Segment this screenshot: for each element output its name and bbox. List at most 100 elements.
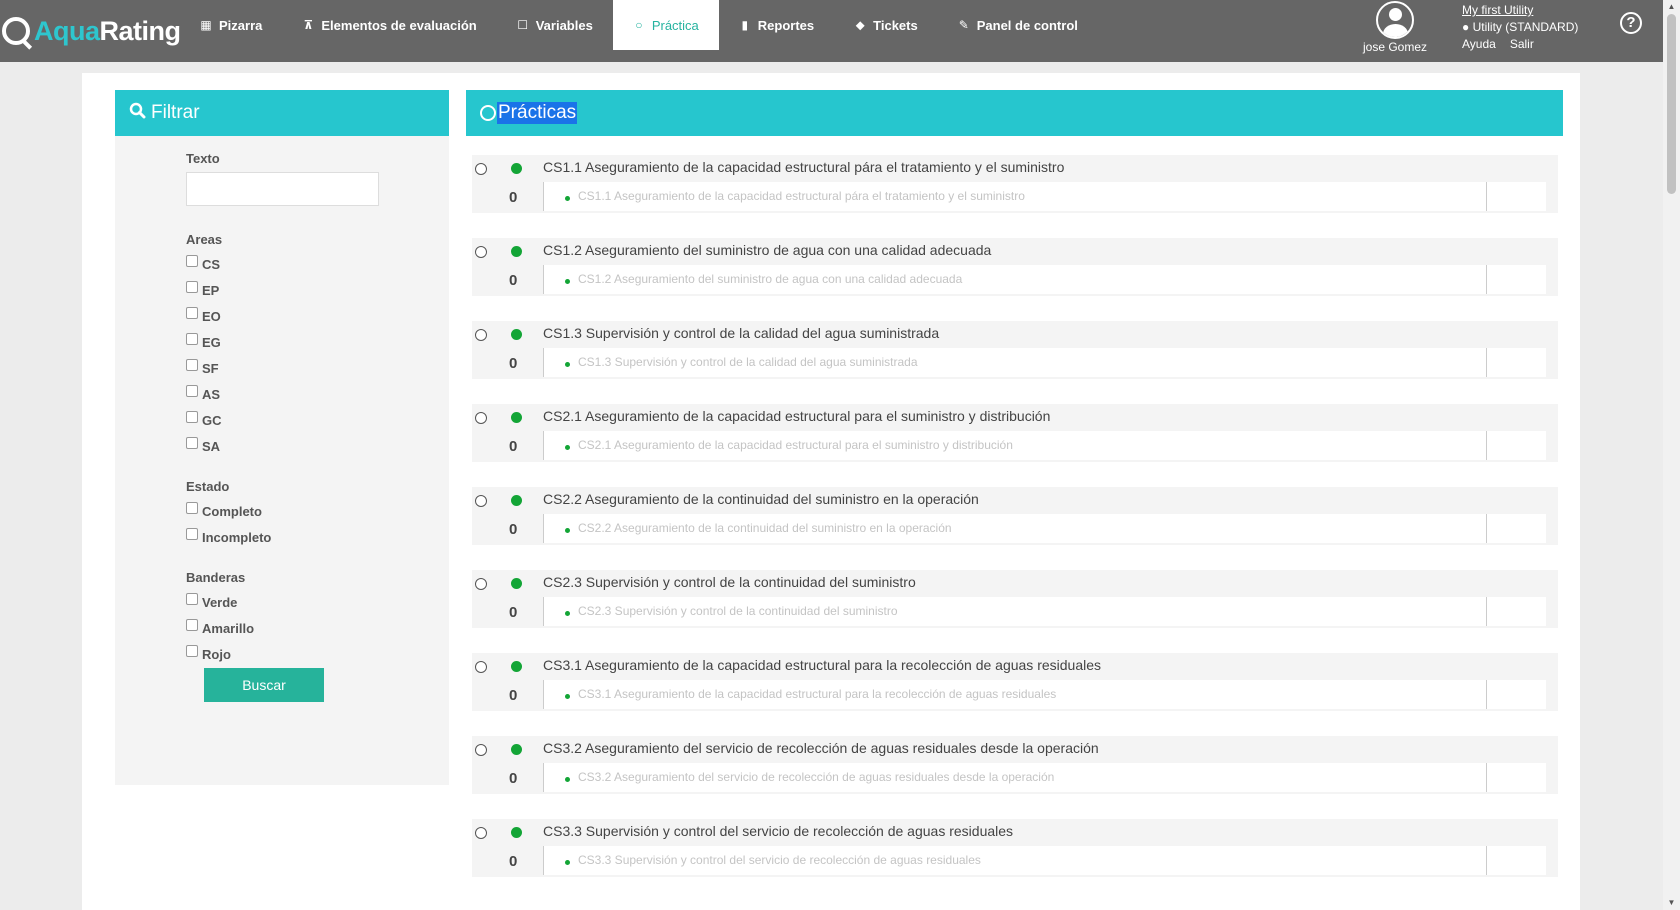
checkbox[interactable] <box>186 333 198 345</box>
estado-group: Estado Completo Incompleto <box>186 479 406 550</box>
search-button[interactable]: Buscar <box>204 668 324 702</box>
page-scrollbar[interactable]: ▲ ▼ <box>1663 0 1680 910</box>
estado-option[interactable]: Incompleto <box>186 524 406 550</box>
area-option[interactable]: EO <box>186 303 406 329</box>
estado-option[interactable]: Completo <box>186 498 406 524</box>
logout-link[interactable]: Salir <box>1510 37 1534 51</box>
checkbox[interactable] <box>186 528 198 540</box>
radio-circle-icon[interactable] <box>475 163 487 175</box>
nav-variables[interactable]: ☐ Variables <box>497 0 613 50</box>
practice-title[interactable]: CS1.2 Aseguramiento del suministro de ag… <box>543 242 991 258</box>
nav-pizarra[interactable]: ▦ Pizarra <box>180 0 282 50</box>
practice-subitem[interactable]: CS3.1 Aseguramiento de la capacidad estr… <box>543 680 1546 709</box>
radio-circle-icon[interactable] <box>475 329 487 341</box>
bandera-option[interactable]: Rojo <box>186 641 406 667</box>
radio-circle-icon[interactable] <box>475 578 487 590</box>
scroll-up-icon[interactable]: ▲ <box>1667 2 1676 11</box>
green-dot-icon <box>565 777 570 782</box>
area-option[interactable]: EG <box>186 329 406 355</box>
radio-circle-icon[interactable] <box>475 827 487 839</box>
checkbox[interactable] <box>186 411 198 423</box>
checkbox[interactable] <box>186 359 198 371</box>
radio-circle-icon[interactable] <box>475 246 487 258</box>
scroll-down-icon[interactable]: ▼ <box>1667 898 1676 907</box>
radio-circle-icon[interactable] <box>475 495 487 507</box>
practice-title[interactable]: CS1.3 Supervisión y control de la calida… <box>543 325 939 341</box>
practice-count: 0 <box>509 189 518 206</box>
bandera-option[interactable]: Amarillo <box>186 615 406 641</box>
area-option[interactable]: CS <box>186 251 406 277</box>
subitem-text: CS3.2 Aseguramiento del servicio de reco… <box>578 770 1055 784</box>
checkbox[interactable] <box>186 502 198 514</box>
checkbox[interactable] <box>186 593 198 605</box>
checkbox[interactable] <box>186 645 198 657</box>
practice-title[interactable]: CS3.1 Aseguramiento de la capacidad estr… <box>543 657 1101 673</box>
practice-title[interactable]: CS2.3 Supervisión y control de la contin… <box>543 574 916 590</box>
checkbox[interactable] <box>186 385 198 397</box>
nav-tickets[interactable]: ⬥ Tickets <box>834 0 938 50</box>
practice-count: 0 <box>509 272 518 289</box>
nav-reportes[interactable]: ▮ Reportes <box>719 0 834 50</box>
sitemap-icon: ⊼ <box>303 18 314 32</box>
practice-item[interactable]: CS1.2 Aseguramiento del suministro de ag… <box>472 238 1558 296</box>
practice-count: 0 <box>509 355 518 372</box>
checkbox[interactable] <box>186 619 198 631</box>
practice-item[interactable]: CS3.3 Supervisión y control del servicio… <box>472 819 1558 877</box>
practices-panel: Prácticas CS1.1 Aseguramiento de la capa… <box>466 90 1563 877</box>
area-option[interactable]: EP <box>186 277 406 303</box>
practice-item[interactable]: CS2.2 Aseguramiento de la continuidad de… <box>472 487 1558 545</box>
wrench-icon: ✎ <box>958 18 969 32</box>
question-circle-icon[interactable]: ? <box>1620 12 1642 34</box>
search-icon <box>129 102 146 125</box>
subitem-text: CS1.2 Aseguramiento del suministro de ag… <box>578 272 963 286</box>
user-menu[interactable]: jose Gomez <box>1350 0 1440 54</box>
practice-title[interactable]: CS3.3 Supervisión y control del servicio… <box>543 823 1013 839</box>
area-option[interactable]: GC <box>186 407 406 433</box>
practice-subitem[interactable]: CS3.3 Supervisión y control del servicio… <box>543 846 1546 875</box>
bandera-option[interactable]: Verde <box>186 589 406 615</box>
area-option[interactable]: AS <box>186 381 406 407</box>
nav-label: Práctica <box>651 17 699 33</box>
nav-panel-control[interactable]: ✎ Panel de control <box>938 0 1098 50</box>
app-logo[interactable]: AquaRating <box>0 8 181 54</box>
divider <box>1486 680 1487 709</box>
nav-label: Panel de control <box>976 17 1078 33</box>
utility-name-link[interactable]: My first Utility <box>1462 3 1533 17</box>
checkbox[interactable] <box>186 255 198 267</box>
practice-title[interactable]: CS2.2 Aseguramiento de la continuidad de… <box>543 491 979 507</box>
practice-item[interactable]: CS3.1 Aseguramiento de la capacidad estr… <box>472 653 1558 711</box>
practice-subitem[interactable]: CS2.3 Supervisión y control de la contin… <box>543 597 1546 626</box>
scroll-thumb[interactable] <box>1667 14 1676 194</box>
checkbox[interactable] <box>186 307 198 319</box>
practice-item[interactable]: CS1.1 Aseguramiento de la capacidad estr… <box>472 155 1558 213</box>
practice-subitem[interactable]: CS1.3 Supervisión y control de la calida… <box>543 348 1546 377</box>
radio-circle-icon[interactable] <box>475 412 487 424</box>
practice-subitem[interactable]: CS1.1 Aseguramiento de la capacidad estr… <box>543 182 1546 211</box>
practice-subitem[interactable]: CS1.2 Aseguramiento del suministro de ag… <box>543 265 1546 294</box>
practice-subitem[interactable]: CS2.1 Aseguramiento de la capacidad estr… <box>543 431 1546 460</box>
checkbox[interactable] <box>186 437 198 449</box>
green-flag-icon <box>511 163 522 174</box>
practice-title[interactable]: CS1.1 Aseguramiento de la capacidad estr… <box>543 159 1064 175</box>
nav-practica[interactable]: ○ Práctica <box>612 0 719 50</box>
practice-item[interactable]: CS3.2 Aseguramiento del servicio de reco… <box>472 736 1558 794</box>
nav-label: Pizarra <box>219 17 263 33</box>
help-link[interactable]: Ayuda <box>1462 37 1496 51</box>
nav-label: Reportes <box>757 17 815 33</box>
practice-item[interactable]: CS2.3 Supervisión y control de la contin… <box>472 570 1558 628</box>
area-option[interactable]: SA <box>186 433 406 459</box>
practice-subitem[interactable]: CS3.2 Aseguramiento del servicio de reco… <box>543 763 1546 792</box>
practice-item[interactable]: CS1.3 Supervisión y control de la calida… <box>472 321 1558 379</box>
subitem-text: CS2.1 Aseguramiento de la capacidad estr… <box>578 438 1013 452</box>
nav-elementos-evaluacion[interactable]: ⊼ Elementos de evaluación <box>282 0 496 50</box>
practice-title[interactable]: CS3.2 Aseguramiento del servicio de reco… <box>543 740 1099 756</box>
practice-subitem[interactable]: CS2.2 Aseguramiento de la continuidad de… <box>543 514 1546 543</box>
text-search-input[interactable] <box>186 172 379 206</box>
area-option[interactable]: SF <box>186 355 406 381</box>
practice-title[interactable]: CS2.1 Aseguramiento de la capacidad estr… <box>543 408 1050 424</box>
practice-item[interactable]: CS2.1 Aseguramiento de la capacidad estr… <box>472 404 1558 462</box>
checkbox[interactable] <box>186 281 198 293</box>
top-navbar: AquaRating ▦ Pizarra ⊼ Elementos de evalua… <box>0 0 1663 62</box>
radio-circle-icon[interactable] <box>475 661 487 673</box>
radio-circle-icon[interactable] <box>475 744 487 756</box>
